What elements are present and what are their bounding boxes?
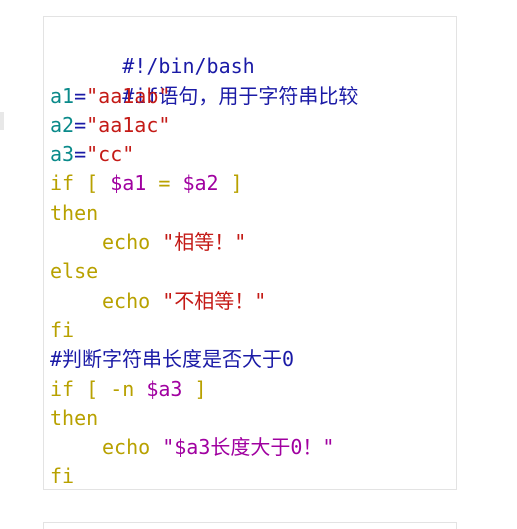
code-line-then1: then xyxy=(50,199,358,228)
var-a3: a3 xyxy=(50,142,75,167)
if-keyword: if [ xyxy=(50,171,111,196)
code-line-a3: a3="cc" xyxy=(50,140,358,169)
fi-keyword: fi xyxy=(50,317,75,342)
code-line-a2: a2="aa1ac" xyxy=(50,111,358,140)
code-line-fi1: fi xyxy=(50,316,358,345)
code-line-comment-len: #判断字符串长度是否大于0 xyxy=(50,345,358,374)
echo-keyword: echo xyxy=(102,230,163,255)
then-keyword: then xyxy=(50,405,99,430)
left-edge-marker xyxy=(0,112,4,130)
ref-a3: $a3 xyxy=(146,376,183,401)
next-code-block-edge xyxy=(43,522,457,529)
code-block: #!/bin/bash #if语句，用于字符串比较 a1="aa1ab" a2=… xyxy=(43,16,457,490)
var-a2: a2 xyxy=(50,112,75,137)
code-line-if1: if [ $a1 = $a2 ] xyxy=(50,169,358,198)
assign-op: = xyxy=(74,83,87,108)
code-line-if2: if [ -n $a3 ] xyxy=(50,375,358,404)
ref-a1: $a1 xyxy=(110,171,147,196)
comment-len-text: #判断字符串长度是否大于0 xyxy=(50,347,295,372)
then-keyword: then xyxy=(50,200,99,225)
code-line-else: else xyxy=(50,257,358,286)
fi-keyword: fi xyxy=(50,464,75,489)
string-cc: "cc" xyxy=(86,142,135,167)
code-line-echo3: echo "$a3长度大于0！" xyxy=(50,433,358,462)
var-a1: a1 xyxy=(50,83,75,108)
string-not-equal: "不相等！" xyxy=(162,288,267,313)
string-aa1ac: "aa1ac" xyxy=(86,112,171,137)
assign-op: = xyxy=(74,112,87,137)
ref-a2: $a2 xyxy=(182,171,219,196)
code-line-fi2: fi xyxy=(50,462,358,491)
else-keyword: else xyxy=(50,259,99,284)
shebang-text: #!/bin/bash xyxy=(122,54,255,79)
echo-keyword: echo xyxy=(102,435,163,460)
echo-keyword: echo xyxy=(102,288,163,313)
string-length-msg: "$a3长度大于0！" xyxy=(162,435,335,460)
string-aa1ab: "aa1ab" xyxy=(86,83,171,108)
bracket-close: ] xyxy=(182,376,207,401)
code-line-then2: then xyxy=(50,404,358,433)
code-line-echo1: echo "相等！" xyxy=(50,228,358,257)
assign-op: = xyxy=(74,142,87,167)
compare-op: = xyxy=(146,171,183,196)
if-n-keyword: if [ -n xyxy=(50,376,147,401)
string-equal: "相等！" xyxy=(162,230,247,255)
code-line-shebang: #!/bin/bash xyxy=(50,23,358,78)
code-line-echo2: echo "不相等！" xyxy=(50,287,358,316)
bracket-close: ] xyxy=(218,171,243,196)
bash-code: #!/bin/bash #if语句，用于字符串比较 a1="aa1ab" a2=… xyxy=(50,23,358,492)
